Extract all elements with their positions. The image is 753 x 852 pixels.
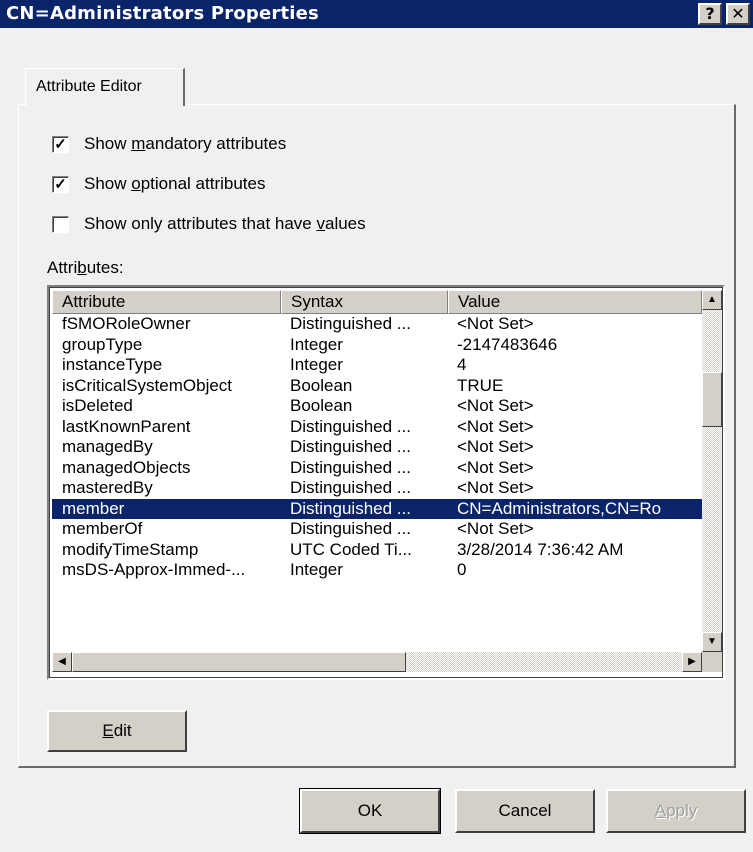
arrow-left-icon[interactable]: ◀ bbox=[52, 652, 72, 672]
value-cell: TRUE bbox=[457, 375, 504, 395]
value-cell: <Not Set> bbox=[457, 416, 534, 436]
syntax-cell: Distinguished ... bbox=[290, 478, 411, 497]
column-header-attribute[interactable]: Attribute bbox=[52, 290, 281, 314]
list-rows: fSMORoleOwner Distinguished ... <Not Set> g… bbox=[52, 314, 702, 581]
title-bar: CN=Administrators Properties ? ✕ bbox=[0, 0, 753, 28]
show-only-values-label: Show only attributes that have values bbox=[84, 214, 366, 233]
table-row[interactable]: modifyTimeStamp UTC Coded Ti... 3/28/2014 … bbox=[52, 540, 702, 561]
attribute-cell: instanceType bbox=[62, 355, 163, 374]
syntax-cell: UTC Coded Ti... bbox=[290, 539, 412, 559]
edit-button[interactable]: Edit bbox=[47, 710, 187, 752]
syntax-cell: Distinguished ... bbox=[290, 416, 411, 436]
value-cell: 0 bbox=[457, 560, 467, 579]
syntax-cell: Integer bbox=[290, 334, 343, 354]
syntax-cell: Integer bbox=[290, 560, 343, 579]
arrow-down-icon[interactable]: ▼ bbox=[702, 632, 722, 652]
arrow-right-icon[interactable]: ▶ bbox=[682, 652, 702, 672]
table-row[interactable]: member Distinguished ... CN=Administrators… bbox=[52, 498, 702, 519]
value-cell: <Not Set> bbox=[457, 519, 534, 538]
tab-attribute-editor[interactable]: Attribute Editor bbox=[25, 68, 185, 106]
attribute-cell: modifyTimeStamp bbox=[62, 539, 199, 559]
cancel-button[interactable]: Cancel bbox=[455, 789, 595, 833]
column-header-syntax[interactable]: Syntax bbox=[281, 290, 448, 314]
syntax-cell: Distinguished ... bbox=[290, 498, 411, 518]
window-title: CN=Administrators Properties bbox=[6, 3, 319, 24]
attribute-cell: masteredBy bbox=[62, 478, 153, 497]
attribute-cell: memberOf bbox=[62, 519, 143, 538]
horizontal-scroll-thumb[interactable] bbox=[72, 652, 406, 672]
table-row[interactable]: msDS-Approx-Immed-... Integer 0 bbox=[52, 560, 702, 581]
table-row[interactable]: isDeleted Boolean <Not Set> bbox=[52, 396, 702, 417]
vertical-scrollbar[interactable]: ▲ ▼ bbox=[702, 290, 722, 652]
properties-dialog: CN=Administrators Properties ? ✕ Attribu… bbox=[0, 0, 753, 852]
attribute-cell: member bbox=[62, 498, 125, 518]
scroll-corner bbox=[702, 652, 722, 672]
show-only-values-checkbox[interactable] bbox=[52, 216, 69, 233]
syntax-cell: Distinguished ... bbox=[290, 314, 411, 333]
syntax-cell: Boolean bbox=[290, 375, 353, 395]
value-cell: CN=Administrators,CN=Ro bbox=[457, 498, 662, 518]
syntax-cell: Distinguished ... bbox=[290, 457, 411, 477]
attribute-cell: managedBy bbox=[62, 437, 153, 456]
syntax-cell: Distinguished ... bbox=[290, 437, 411, 456]
attribute-cell: isDeleted bbox=[62, 396, 133, 415]
value-cell: 4 bbox=[457, 355, 467, 374]
value-cell: -2147483646 bbox=[457, 334, 558, 354]
value-cell: <Not Set> bbox=[457, 314, 534, 333]
attributes-label: Attributes: bbox=[47, 258, 124, 277]
table-row[interactable]: managedObjects Distinguished ... <Not Set> bbox=[52, 458, 702, 479]
column-header-value[interactable]: Value bbox=[448, 290, 702, 314]
show-optional-checkbox[interactable]: ✓ bbox=[52, 176, 69, 193]
attributes-list[interactable]: Attribute Syntax Value fSMORoleOwner Dist… bbox=[47, 285, 725, 680]
syntax-cell: Integer bbox=[290, 355, 343, 374]
list-header: Attribute Syntax Value bbox=[52, 290, 702, 314]
tab-label: Attribute Editor bbox=[36, 78, 142, 95]
value-cell: <Not Set> bbox=[457, 437, 534, 456]
vertical-scroll-thumb[interactable] bbox=[702, 372, 722, 427]
attribute-cell: isCriticalSystemObject bbox=[62, 375, 233, 395]
show-mandatory-label: Show mandatory attributes bbox=[84, 134, 287, 153]
attribute-cell: lastKnownParent bbox=[62, 416, 191, 436]
arrow-up-icon[interactable]: ▲ bbox=[702, 290, 722, 310]
attribute-cell: groupType bbox=[62, 334, 143, 354]
table-row[interactable]: memberOf Distinguished ... <Not Set> bbox=[52, 519, 702, 540]
attribute-cell: managedObjects bbox=[62, 457, 191, 477]
table-row[interactable]: fSMORoleOwner Distinguished ... <Not Set> bbox=[52, 314, 702, 335]
table-row[interactable]: isCriticalSystemObject Boolean TRUE bbox=[52, 376, 702, 397]
table-row[interactable]: instanceType Integer 4 bbox=[52, 355, 702, 376]
syntax-cell: Distinguished ... bbox=[290, 519, 411, 538]
show-mandatory-checkbox[interactable]: ✓ bbox=[52, 136, 69, 153]
table-row[interactable]: lastKnownParent Distinguished ... <Not Set… bbox=[52, 417, 702, 438]
close-button[interactable]: ✕ bbox=[726, 3, 750, 25]
apply-button[interactable]: Apply bbox=[606, 789, 746, 833]
value-cell: <Not Set> bbox=[457, 478, 534, 497]
help-button[interactable]: ? bbox=[698, 3, 722, 25]
show-optional-label: Show optional attributes bbox=[84, 174, 266, 193]
value-cell: <Not Set> bbox=[457, 457, 534, 477]
attribute-cell: msDS-Approx-Immed-... bbox=[62, 560, 246, 579]
value-cell: 3/28/2014 7:36:42 AM bbox=[457, 539, 624, 559]
table-row[interactable]: groupType Integer -2147483646 bbox=[52, 335, 702, 356]
ok-button[interactable]: OK bbox=[299, 788, 441, 834]
horizontal-scrollbar[interactable]: ◀ ▶ bbox=[52, 652, 702, 672]
attribute-cell: fSMORoleOwner bbox=[62, 314, 191, 333]
table-row[interactable]: masteredBy Distinguished ... <Not Set> bbox=[52, 478, 702, 499]
value-cell: <Not Set> bbox=[457, 396, 534, 415]
table-row[interactable]: managedBy Distinguished ... <Not Set> bbox=[52, 437, 702, 458]
syntax-cell: Boolean bbox=[290, 396, 353, 415]
